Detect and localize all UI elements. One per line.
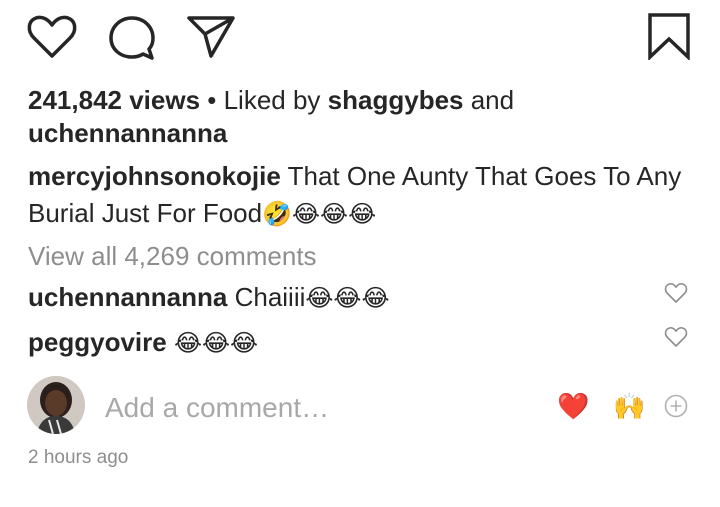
plus-circle-icon[interactable] [664,394,688,418]
add-comment-input[interactable] [105,390,505,426]
post-timestamp: 2 hours ago [28,447,129,468]
view-all-comments-link[interactable]: View all 4,269 comments [28,240,317,272]
comment-like-heart-icon[interactable] [664,282,688,304]
comment-row: uchennannanna Chaiiii😂😂😂 [28,281,390,314]
heart-icon[interactable] [26,14,78,60]
bookmark-icon[interactable] [646,12,692,60]
liked-by-user-link[interactable]: shaggybes [328,85,464,115]
conjunction-text: and [463,85,515,115]
comment-text [167,327,174,357]
view-count[interactable]: 241,842 views [28,85,200,115]
post-caption: mercyjohnsonokojie That One Aunty That G… [28,158,688,233]
comment-emojis: 😂😂😂 [305,284,390,312]
comment-row: peggyovire 😂😂😂 [28,326,258,359]
comment-username[interactable]: uchennannanna [28,282,227,312]
liked-by-text: • Liked by [200,85,328,115]
send-icon[interactable] [185,14,237,60]
red-heart-emoji: ❤️ [557,392,590,422]
comment-like-heart-icon[interactable] [664,326,688,348]
caption-emojis: 🤣😂😂😂 [262,200,377,228]
engagement-summary: 241,842 views • Liked by shaggybes and uc… [28,84,688,150]
comment-text: Chaiiii [227,282,306,312]
raised-hands-emoji: 🙌 [613,392,646,422]
quick-reaction-raised-hands-button[interactable]: 🙌 [613,392,645,422]
comment-icon[interactable] [107,14,157,62]
comment-username[interactable]: peggyovire [28,327,167,357]
quick-reaction-heart-button[interactable]: ❤️ [557,392,589,422]
liked-by-other-link[interactable]: uchennannanna [28,118,227,148]
comment-emojis: 😂😂😂 [173,329,259,357]
avatar [27,376,85,434]
caption-username[interactable]: mercyjohnsonokojie [28,161,281,191]
